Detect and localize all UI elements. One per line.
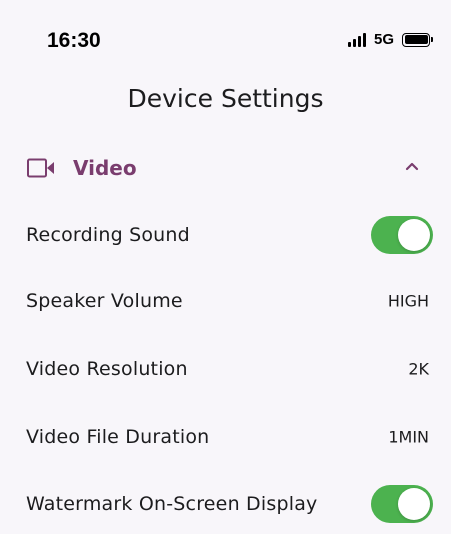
cellular-signal-icon — [347, 32, 366, 47]
toggle-knob — [398, 488, 430, 520]
watermark-osd-toggle[interactable] — [371, 485, 433, 523]
setting-label: Watermark On-Screen Display — [26, 493, 318, 515]
setting-value: HIGH — [387, 291, 429, 311]
toggle-knob — [398, 219, 430, 251]
setting-label: Video File Duration — [26, 426, 210, 448]
chevron-up-icon[interactable] — [404, 159, 420, 173]
setting-label: Speaker Volume — [26, 290, 183, 312]
battery-full-icon — [402, 32, 433, 47]
setting-label: Video Resolution — [26, 358, 188, 380]
setting-row-video-file-duration[interactable]: Video File Duration 1MIN — [0, 407, 451, 467]
setting-row-watermark-osd: Watermark On-Screen Display — [0, 474, 451, 534]
section-title: Video — [73, 156, 137, 180]
status-bar: 16:30 5G — [0, 0, 451, 80]
status-indicators: 5G — [347, 31, 433, 48]
status-time: 16:30 — [47, 29, 101, 52]
setting-value: 2K — [408, 359, 429, 379]
setting-row-video-resolution[interactable]: Video Resolution 2K — [0, 339, 451, 399]
setting-value: 1MIN — [388, 427, 429, 447]
video-section-header[interactable]: Video — [0, 144, 451, 190]
setting-row-recording-sound: Recording Sound — [0, 205, 451, 265]
recording-sound-toggle[interactable] — [371, 216, 433, 254]
setting-label: Recording Sound — [26, 224, 190, 246]
video-camera-icon — [27, 158, 54, 178]
network-type-label: 5G — [373, 31, 394, 48]
page-title: Device Settings — [127, 84, 324, 113]
setting-row-speaker-volume[interactable]: Speaker Volume HIGH — [0, 271, 451, 331]
